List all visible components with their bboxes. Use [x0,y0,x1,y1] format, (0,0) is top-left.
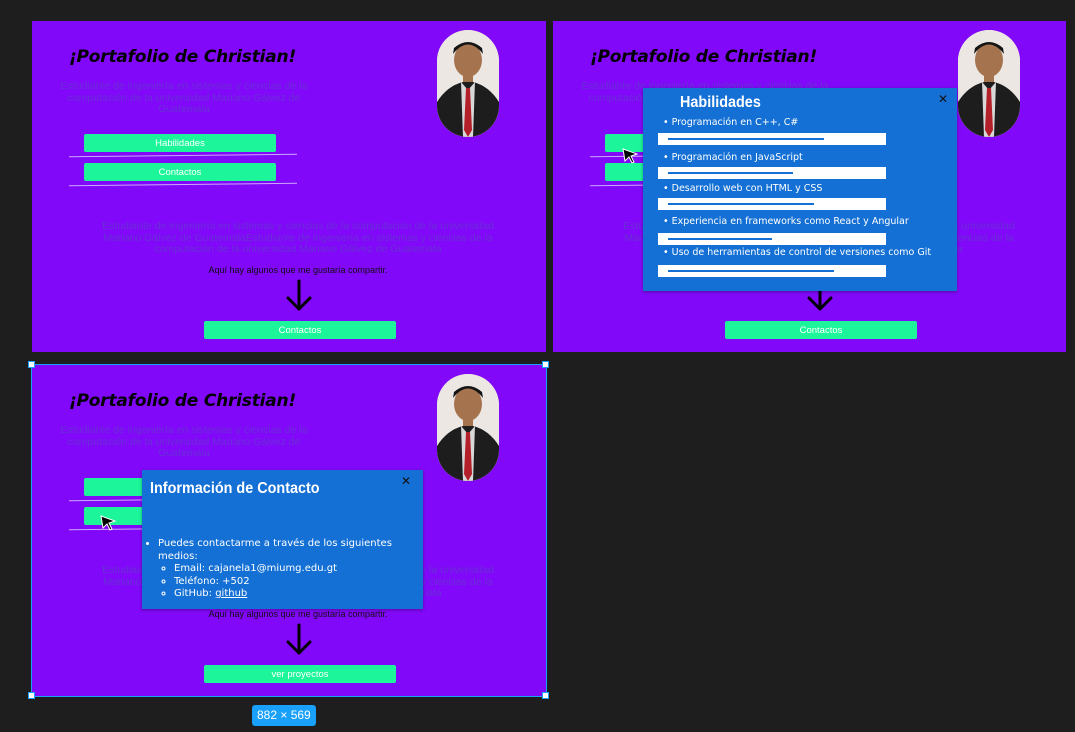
profile-photo [437,374,499,481]
skill-label: • Desarrollo web con HTML y CSS [663,183,823,194]
skill-bar [658,133,886,145]
github-link[interactable]: github [215,588,247,599]
skill-bar-fill [668,270,835,272]
page-title: ¡Portafolio de Christian! [69,47,297,67]
skill-bar [658,233,886,245]
skill-bar [658,265,886,277]
skills-modal[interactable]: Habilidades ✕ • Programación en C++, C# … [643,88,957,291]
contact-email: Email: cajanela1@miumg.edu.gt [174,563,337,574]
skill-bar [658,167,886,179]
profile-photo [437,30,499,137]
page-title: ¡Portafolio de Christian! [69,391,297,411]
divider [69,153,297,158]
subtitle: Estudiante de ingeniería en sistemas y c… [60,424,308,459]
page-title: ¡Portafolio de Christian! [590,47,818,67]
divider [69,182,297,187]
contacts-button[interactable]: Contactos [84,163,276,181]
resize-handle-top-right[interactable] [542,361,549,368]
contact-github-label: GitHub: [174,588,216,599]
skill-label: • Experiencia en frameworks como React y… [663,216,909,227]
portfolio-frame-1[interactable]: ¡Portafolio de Christian! Estudiante de … [32,21,546,352]
contact-info: Puedes contactarme a través de los sigui… [148,538,410,601]
arrow-down-icon [286,279,312,311]
contact-modal-title: Información de Contacto [150,480,320,497]
skill-label: • Uso de herramientas de control de vers… [663,247,932,258]
about-paragraph: Estudiante de ingeniería en sistemas y c… [102,220,494,255]
bottom-contacts-button[interactable]: Contactos [204,321,396,339]
skill-label: • Programación en JavaScript [663,152,803,163]
cursor-icon [100,515,116,531]
close-icon[interactable]: ✕ [401,474,411,488]
cursor-icon [622,148,638,164]
skill-label: • Programación en C++, C# [663,117,799,128]
skill-bar [658,198,886,210]
resize-handle-bottom-right[interactable] [542,692,549,699]
skill-bar-fill [668,138,824,140]
skill-bar-fill [668,172,793,174]
profile-photo [958,30,1020,137]
dimension-badge: 882 × 569 [252,705,316,726]
skill-bar-fill [668,203,814,205]
resize-handle-bottom-left[interactable] [28,692,35,699]
bottom-contacts-button[interactable]: Contactos [725,321,917,339]
share-text: Aquí hay algunos que me gustaría compart… [208,265,388,275]
skills-button[interactable]: Habilidades [84,134,276,152]
skill-bar-fill [668,238,772,240]
contact-phone: Teléfono: +502 [174,575,250,587]
close-icon[interactable]: ✕ [938,92,948,106]
share-text: Aquí hay algunos que me gustaría compart… [208,609,388,619]
contact-modal[interactable]: Información de Contacto ✕ Puedes contact… [142,470,423,609]
view-projects-button[interactable]: ver proyectos [204,665,396,683]
contact-intro: Puedes contactarme a través de los sigui… [158,538,392,562]
subtitle: Estudiante de ingeniería en sistemas y c… [60,80,308,115]
skills-modal-title: Habilidades [680,94,761,111]
arrow-down-icon [286,623,312,655]
resize-handle-top-left[interactable] [28,361,35,368]
